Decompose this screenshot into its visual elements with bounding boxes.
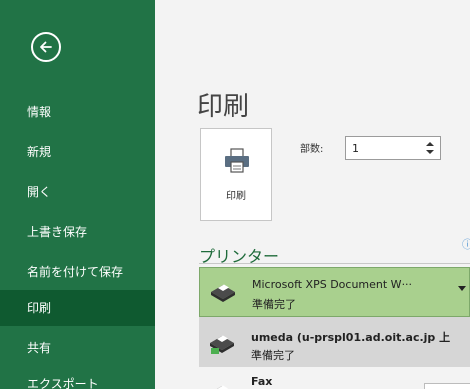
fax-icon [216,385,228,389]
printer-status: 準備完了 [251,349,295,362]
selected-printer-name: Microsoft XPS Document W··· [252,278,413,291]
print-button[interactable]: 印刷 [200,128,272,221]
spinner-arrows-icon[interactable] [423,139,437,157]
printer-name: Fax [251,375,273,388]
info-icon[interactable]: ⓘ [462,236,470,252]
selected-printer-status: 準備完了 [252,298,296,311]
nav-share[interactable]: 共有 [0,330,155,366]
back-button[interactable] [31,32,61,62]
printer-name: umeda (u-prspl01.ad.oit.ac.jp 上 [251,331,451,344]
page-title: 印刷 [197,92,250,122]
print-pane: 印刷 印刷 部数: プリンター ⓘ Microsoft XPS Document… [155,0,470,389]
copies-label: 部数: [300,144,324,155]
printer-icon [225,148,249,173]
back-arrow-icon [40,41,52,53]
nav-print[interactable]: 印刷 [0,290,155,326]
nav-save-as[interactable]: 名前を付けて保存 [0,254,155,290]
printer-icon [211,284,235,302]
nav-info[interactable]: 情報 [0,94,155,130]
divider [199,263,470,264]
printer-list-item[interactable]: umeda (u-prspl01.ad.oit.ac.jp 上 準備完了 [199,317,470,367]
copies-input[interactable] [352,140,407,156]
fax-preview-box [424,383,470,389]
nav-export[interactable]: エクスポート [0,366,155,389]
nav-new[interactable]: 新規 [0,134,155,170]
copies-stepper [345,136,441,160]
backstage-sidebar: 情報 新規 開く 上書き保存 名前を付けて保存 印刷 共有 エクスポート [0,0,155,389]
nav-save[interactable]: 上書き保存 [0,214,155,250]
nav-open[interactable]: 開く [0,174,155,210]
dropdown-caret-icon [458,286,466,291]
network-printer-icon [210,335,234,354]
print-button-label: 印刷 [226,191,246,202]
printer-dropdown[interactable]: Microsoft XPS Document W··· 準備完了 [199,267,470,317]
